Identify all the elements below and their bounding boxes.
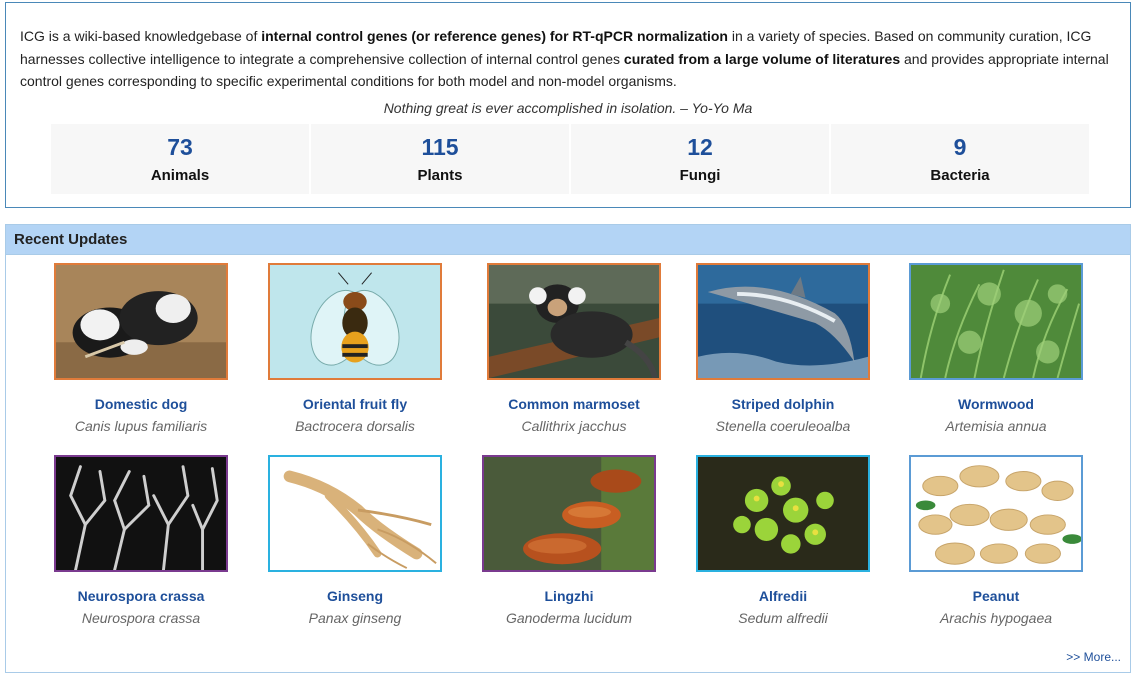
species-card-lingzhi[interactable]: Lingzhi Ganoderma lucidum — [482, 455, 656, 626]
species-card-oriental-fruit-fly[interactable]: Oriental fruit fly Bactrocera dorsalis — [268, 263, 442, 434]
dog-image[interactable] — [54, 263, 228, 380]
scientific-name: Sedum alfredii — [738, 610, 828, 626]
stat-value: 115 — [421, 134, 459, 160]
species-card-common-marmoset[interactable]: Common marmoset Callithrix jacchus — [487, 263, 661, 434]
stat-plants[interactable]: 115 Plants — [311, 124, 569, 194]
scientific-name: Callithrix jacchus — [521, 418, 627, 434]
common-name[interactable]: Neurospora crassa — [54, 588, 228, 604]
ginseng-image[interactable] — [268, 455, 442, 572]
scientific-name: Arachis hypogaea — [939, 610, 1053, 626]
stat-label: Animals — [150, 167, 210, 184]
stat-bacteria[interactable]: 9 Bacteria — [831, 124, 1089, 194]
intro-panel: ICG is a wiki-based knowledgebase of int… — [5, 2, 1131, 208]
species-card-alfredii[interactable]: Alfredii Sedum alfredii — [696, 455, 870, 626]
scientific-name: Neurospora crassa — [81, 610, 201, 626]
wormwood-image[interactable] — [909, 263, 1083, 380]
scientific-name: Artemisia annua — [945, 418, 1047, 434]
alfredii-image[interactable] — [696, 455, 870, 572]
species-card-striped-dolphin[interactable]: Striped dolphin Stenella coeruleoalba — [696, 263, 870, 434]
species-card-domestic-dog[interactable]: Domestic dog Canis lupus familiaris — [54, 263, 228, 434]
stat-value: 12 — [687, 134, 713, 160]
common-name[interactable]: Oriental fruit fly — [268, 396, 442, 412]
stat-value: 9 — [953, 134, 967, 160]
stat-label: Plants — [417, 167, 463, 184]
scientific-name: Panax ginseng — [308, 610, 402, 626]
scientific-name: Bactrocera dorsalis — [295, 418, 415, 434]
common-name[interactable]: Lingzhi — [482, 588, 656, 604]
intro-description: ICG is a wiki-based knowledgebase of int… — [20, 25, 1116, 93]
stat-value: 73 — [167, 134, 193, 160]
neurospora-image[interactable] — [54, 455, 228, 572]
common-name[interactable]: Ginseng — [268, 588, 442, 604]
species-card-ginseng[interactable]: Ginseng Panax ginseng — [268, 455, 442, 626]
common-name[interactable]: Domestic dog — [54, 396, 228, 412]
species-card-neurospora-crassa[interactable]: Neurospora crassa Neurospora crassa — [54, 455, 228, 626]
stat-animals[interactable]: 73 Animals — [51, 124, 309, 194]
quote: Nothing great is ever accomplished in is… — [383, 100, 753, 116]
species-card-peanut[interactable]: Peanut Arachis hypogaea — [909, 455, 1083, 626]
common-name[interactable]: Peanut — [909, 588, 1083, 604]
scientific-name: Stenella coeruleoalba — [715, 418, 851, 434]
intro-text-1: ICG is a wiki-based knowledgebase of — [20, 28, 262, 44]
stat-fungi[interactable]: 12 Fungi — [571, 124, 829, 194]
lingzhi-image[interactable] — [482, 455, 656, 572]
species-card-wormwood[interactable]: Wormwood Artemisia annua — [909, 263, 1083, 434]
recent-updates-panel: Recent Updates Domestic dog Canis lupus … — [5, 224, 1131, 673]
scientific-name: Ganoderma lucidum — [505, 610, 633, 626]
common-name[interactable]: Common marmoset — [487, 396, 661, 412]
stat-label: Fungi — [679, 167, 721, 184]
common-name[interactable]: Striped dolphin — [696, 396, 870, 412]
peanut-image[interactable] — [909, 455, 1083, 572]
scientific-name: Canis lupus familiaris — [74, 418, 208, 434]
recent-updates-header: Recent Updates — [6, 225, 1130, 255]
fruit-fly-image[interactable] — [268, 263, 442, 380]
intro-bold-1: internal control genes (or reference gen… — [261, 28, 728, 44]
common-name[interactable]: Wormwood — [909, 396, 1083, 412]
stat-label: Bacteria — [930, 167, 990, 184]
intro-bold-2: curated from a large volume of literatur… — [623, 50, 901, 67]
dolphin-image[interactable] — [696, 263, 870, 380]
stats-row: 73 Animals 115 Plants 12 Fungi 9 Bacteri… — [51, 124, 1089, 194]
marmoset-image[interactable] — [487, 263, 661, 380]
more-link[interactable]: >> More... — [1066, 650, 1121, 664]
common-name[interactable]: Alfredii — [696, 588, 870, 604]
